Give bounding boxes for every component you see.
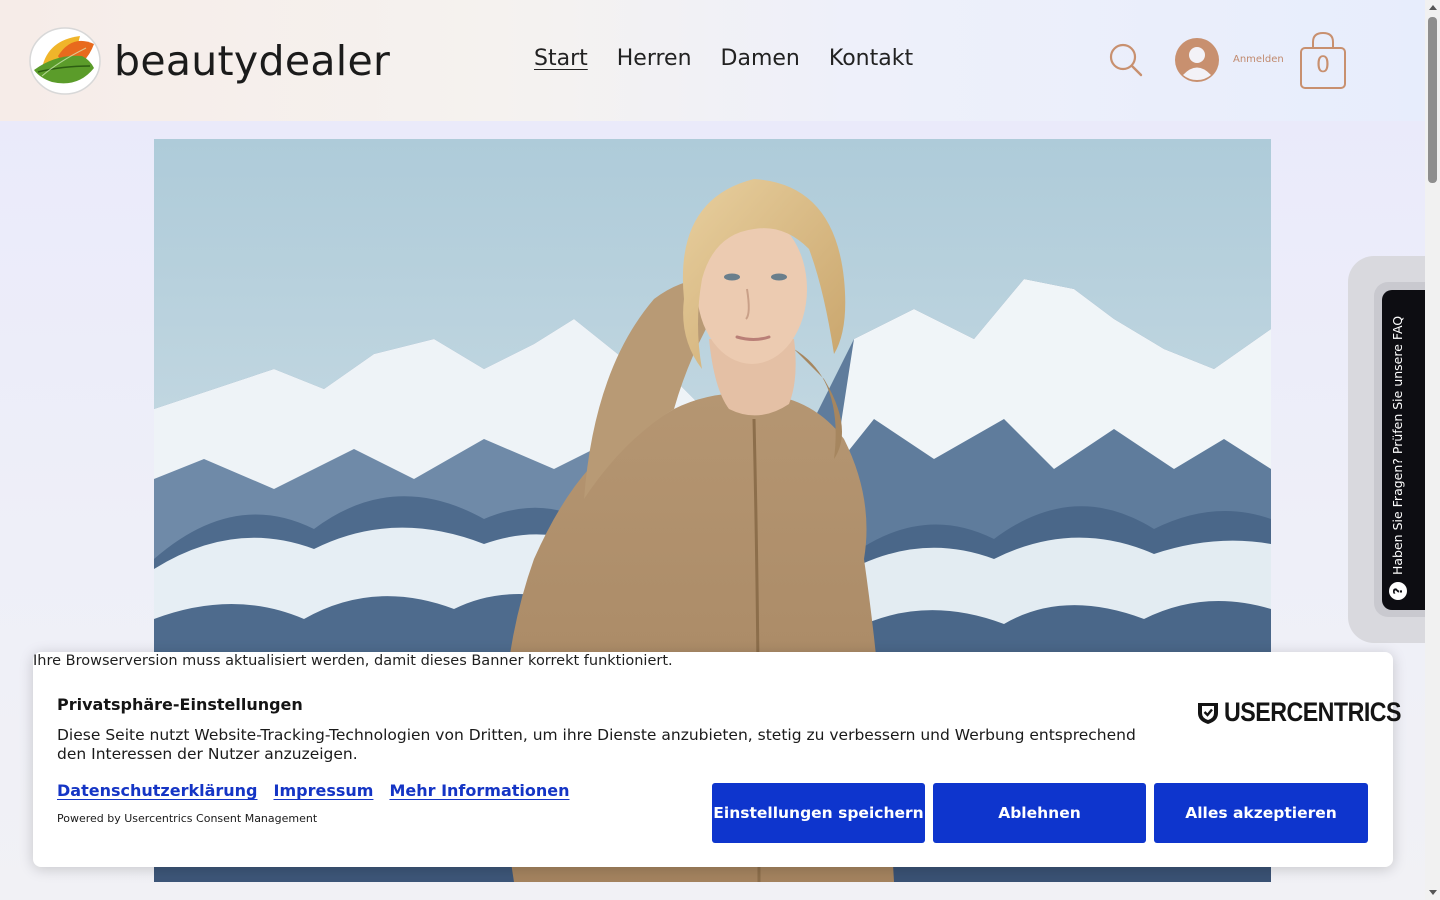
save-settings-button[interactable]: Einstellungen speichern [712, 783, 925, 843]
nav-start[interactable]: Start [534, 46, 588, 71]
nav-herren[interactable]: Herren [617, 46, 692, 71]
site-header: beautydealer Start Herren Damen Kontakt … [0, 0, 1425, 121]
usercentrics-logo: USERCENTRICS [1196, 697, 1430, 728]
consent-links: Datenschutzerklärung Impressum Mehr Info… [57, 781, 570, 800]
consent-title: Privatsphäre-Einstellungen [57, 695, 303, 714]
user-avatar-icon[interactable] [1175, 38, 1219, 82]
usercentrics-shield-icon [1198, 702, 1218, 724]
privacy-policy-link[interactable]: Datenschutzerklärung [57, 781, 258, 800]
usercentrics-logo-text: USERCENTRICS [1224, 697, 1402, 727]
nav-kontakt[interactable]: Kontakt [829, 46, 913, 71]
login-label[interactable]: Anmelden [1233, 54, 1284, 65]
logo-leaf-icon [29, 27, 101, 95]
nav-damen[interactable]: Damen [721, 46, 800, 71]
logo-text: beautydealer [114, 37, 391, 85]
faq-tab-label[interactable]: Haben Sie Fragen? Prüfen Sie unsere FAQ [1390, 285, 1405, 575]
scroll-thumb[interactable] [1428, 17, 1437, 183]
imprint-link[interactable]: Impressum [274, 781, 374, 800]
scroll-up-arrow-icon[interactable] [1429, 5, 1437, 10]
accept-all-button[interactable]: Alles akzeptieren [1154, 783, 1368, 843]
cart-count: 0 [1316, 53, 1330, 78]
more-info-link[interactable]: Mehr Informationen [389, 781, 569, 800]
powered-by-text: Powered by Usercentrics Consent Manageme… [57, 812, 318, 825]
question-icon: ? [1389, 582, 1407, 600]
scroll-down-arrow-icon[interactable] [1429, 890, 1437, 895]
main-nav: Start Herren Damen Kontakt [534, 46, 913, 71]
page-scrollbar[interactable] [1425, 0, 1440, 900]
browser-version-warning: Ihre Browserversion muss aktualisiert we… [33, 653, 673, 669]
decline-button[interactable]: Ablehnen [933, 783, 1146, 843]
logo[interactable]: beautydealer [28, 26, 390, 96]
consent-banner: Privatsphäre-Einstellungen Diese Seite n… [33, 652, 1402, 867]
search-icon[interactable] [1108, 42, 1144, 78]
consent-description: Diese Seite nutzt Website-Tracking-Techn… [57, 726, 1136, 763]
